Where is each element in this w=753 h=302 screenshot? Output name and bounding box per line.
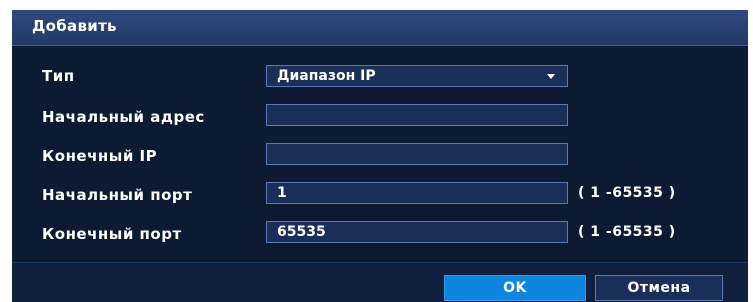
dialog-title: Добавить: [32, 17, 117, 35]
dialog-footer: OK Отмена: [12, 262, 748, 302]
end-port-input[interactable]: [266, 221, 568, 243]
cancel-button[interactable]: Отмена: [595, 275, 723, 301]
type-select[interactable]: Диапазон IP: [266, 65, 568, 87]
end-ip-label: Конечный IP: [42, 147, 158, 165]
ok-button[interactable]: OK: [444, 275, 586, 301]
chevron-down-icon: [547, 74, 555, 79]
start-port-range: ( 1 -65535 ): [578, 185, 676, 201]
start-address-input[interactable]: [266, 104, 568, 126]
end-port-range: ( 1 -65535 ): [578, 224, 676, 240]
start-port-input[interactable]: [266, 182, 568, 204]
end-port-label: Конечный порт: [42, 225, 182, 243]
start-address-label: Начальный адрес: [42, 108, 205, 126]
dialog-title-bar: Добавить: [12, 10, 748, 46]
type-label: Тип: [42, 67, 75, 85]
end-ip-input[interactable]: [266, 143, 568, 165]
add-dialog: Добавить Тип Диапазон IP Начальный адрес…: [12, 10, 748, 302]
type-select-value: Диапазон IP: [277, 68, 376, 84]
start-port-label: Начальный порт: [42, 186, 193, 204]
